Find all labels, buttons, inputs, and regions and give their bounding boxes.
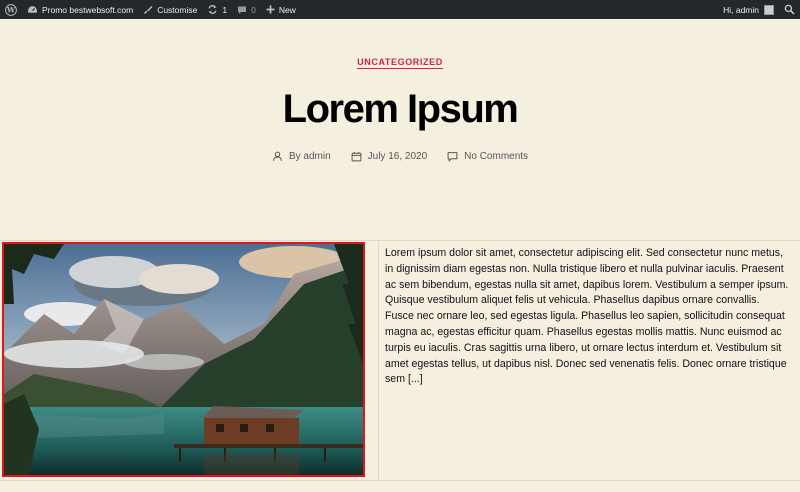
new-label: New — [278, 4, 296, 15]
content-column-divider — [378, 240, 379, 481]
comment-bubble-icon — [238, 6, 247, 14]
admin-bar: W Promo bestwebsoft.com Customise 1 0 Ne… — [0, 0, 800, 19]
admin-search-button[interactable] — [779, 0, 800, 19]
post-comments: No Comments — [447, 151, 528, 162]
avatar — [764, 4, 774, 15]
brush-icon — [144, 5, 153, 14]
search-icon — [784, 4, 795, 15]
admin-bar-right: Hi, admin — [718, 0, 800, 19]
category-link[interactable]: UNCATEGORIZED — [357, 57, 443, 69]
svg-text:W: W — [6, 5, 16, 14]
updates-count: 1 — [222, 4, 228, 15]
post-date: July 16, 2020 — [351, 151, 428, 162]
plus-icon — [266, 5, 275, 14]
mountain-lake-boathouse-image — [4, 244, 363, 475]
updates-icon — [208, 5, 217, 14]
updates-link[interactable]: 1 — [202, 0, 232, 19]
post-comments-link[interactable]: No Comments — [464, 151, 528, 162]
post-author-link[interactable]: By admin — [289, 151, 331, 162]
category-container: UNCATEGORIZED — [0, 57, 800, 69]
content-divider-bottom — [0, 480, 800, 481]
wordpress-logo-icon[interactable]: W — [0, 0, 22, 19]
site-name-label: Promo bestwebsoft.com — [42, 4, 134, 15]
content-divider-top — [0, 240, 800, 241]
comments-count: 0 — [251, 4, 256, 15]
comment-icon — [447, 152, 458, 162]
user-icon — [273, 151, 282, 161]
my-account-link[interactable]: Hi, admin — [718, 0, 779, 19]
customise-label: Customise — [157, 4, 198, 15]
site-name-link[interactable]: Promo bestwebsoft.com — [22, 0, 138, 19]
post-date-link[interactable]: July 16, 2020 — [368, 151, 428, 162]
dashboard-icon — [28, 5, 37, 13]
featured-image[interactable] — [2, 242, 365, 477]
customise-link[interactable]: Customise — [138, 0, 202, 19]
post-author: By admin — [272, 151, 331, 162]
new-content-link[interactable]: New — [261, 0, 301, 19]
greeting-label: Hi, admin — [723, 4, 759, 15]
post-title: Lorem Ipsum — [282, 87, 519, 131]
calendar-icon — [351, 152, 362, 162]
comments-link[interactable]: 0 — [232, 0, 261, 19]
post-meta: By admin July 16, 2020 No Comments — [0, 151, 800, 162]
post-excerpt: Lorem ipsum dolor sit amet, consectetur … — [385, 247, 789, 386]
